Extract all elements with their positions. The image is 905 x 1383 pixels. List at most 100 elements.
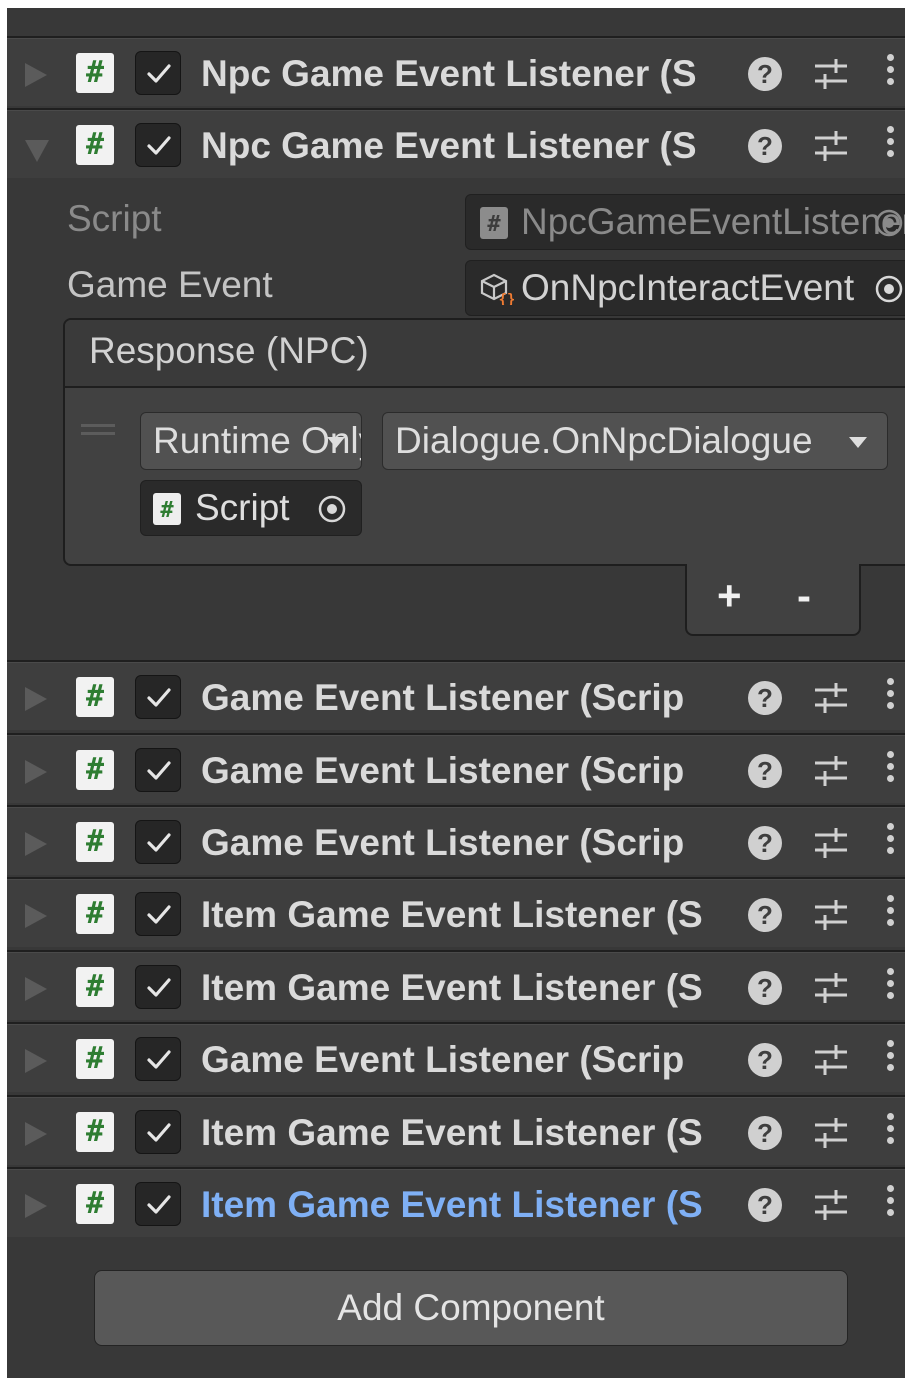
vertical-ellipsis-icon[interactable] <box>887 751 894 787</box>
inspector-panel: Script # NpcGameEventListener Game Event… <box>7 8 905 1378</box>
script-component-icon: # <box>76 894 114 934</box>
foldout-arrow-icon[interactable] <box>25 760 47 784</box>
component-title: Item Game Event Listener (S <box>201 1184 703 1225</box>
enable-checkbox[interactable] <box>135 675 181 719</box>
help-icon[interactable]: ? <box>748 1116 782 1150</box>
presets-sliders-icon[interactable] <box>811 57 851 91</box>
help-icon[interactable]: ? <box>748 971 782 1005</box>
foldout-arrow-icon[interactable] <box>25 832 47 856</box>
svg-text:{}: {} <box>499 292 514 305</box>
foldout-arrow-icon[interactable] <box>25 687 47 711</box>
checkmark-icon <box>147 64 171 83</box>
help-icon[interactable]: ? <box>748 1188 782 1222</box>
vertical-ellipsis-icon[interactable] <box>887 1185 894 1221</box>
component-header-1[interactable]: # Npc Game Event Listener (S ? <box>7 108 905 178</box>
vertical-ellipsis-icon[interactable] <box>887 1040 894 1076</box>
function-dropdown-value: Dialogue.OnNpcDialogue <box>395 420 813 461</box>
object-picker-icon[interactable] <box>874 274 904 304</box>
unity-event-header: Response (NPC) <box>65 320 905 388</box>
scriptable-object-icon: {} <box>480 273 514 305</box>
enable-checkbox[interactable] <box>135 748 181 792</box>
target-object-field[interactable]: # Script <box>140 480 362 536</box>
vertical-ellipsis-icon[interactable] <box>887 823 894 859</box>
help-icon[interactable]: ? <box>748 681 782 715</box>
foldout-arrow-icon[interactable] <box>25 1194 47 1218</box>
remove-listener-button[interactable]: - <box>797 572 811 620</box>
foldout-arrow-icon[interactable] <box>25 1122 47 1146</box>
vertical-ellipsis-icon[interactable] <box>887 895 894 931</box>
add-component-button[interactable]: Add Component <box>94 1270 848 1346</box>
foldout-arrow-icon[interactable] <box>25 140 49 162</box>
script-component-icon: # <box>76 53 114 93</box>
chevron-down-icon <box>327 437 345 448</box>
svg-text:#: # <box>160 498 174 523</box>
presets-sliders-icon[interactable] <box>811 898 851 932</box>
script-file-icon: # <box>480 207 508 239</box>
vertical-ellipsis-icon[interactable] <box>887 1113 894 1149</box>
presets-sliders-icon[interactable] <box>811 971 851 1005</box>
foldout-arrow-icon[interactable] <box>25 1049 47 1073</box>
presets-sliders-icon[interactable] <box>811 1043 851 1077</box>
vertical-ellipsis-icon[interactable] <box>887 678 894 714</box>
unity-event-box: Response (NPC) Runtime Only Dialogue.OnN… <box>63 318 905 566</box>
enable-checkbox[interactable] <box>135 51 181 95</box>
enable-checkbox[interactable] <box>135 965 181 1009</box>
component-title: Item Game Event Listener (S <box>201 967 703 1008</box>
enable-checkbox[interactable] <box>135 892 181 936</box>
checkmark-icon <box>147 978 171 997</box>
enable-checkbox[interactable] <box>135 820 181 864</box>
object-picker-icon[interactable] <box>317 494 347 524</box>
presets-sliders-icon[interactable] <box>811 681 851 715</box>
svg-text:#: # <box>487 212 501 237</box>
foldout-arrow-icon[interactable] <box>25 904 47 928</box>
help-icon[interactable]: ? <box>748 898 782 932</box>
presets-sliders-icon[interactable] <box>811 754 851 788</box>
script-component-icon: # <box>76 1039 114 1079</box>
help-icon[interactable]: ? <box>748 1043 782 1077</box>
presets-sliders-icon[interactable] <box>811 129 851 163</box>
enable-checkbox[interactable] <box>135 123 181 167</box>
help-icon[interactable]: ? <box>748 57 782 91</box>
help-icon[interactable]: ? <box>748 826 782 860</box>
presets-sliders-icon[interactable] <box>811 1116 851 1150</box>
vertical-ellipsis-icon[interactable] <box>887 968 894 1004</box>
checkmark-icon <box>147 1123 171 1142</box>
vertical-ellipsis-icon[interactable] <box>887 126 894 162</box>
component-header-0[interactable]: # Npc Game Event Listener (S ? <box>7 36 905 106</box>
help-icon[interactable]: ? <box>748 129 782 163</box>
component-header-7[interactable]: # Game Event Listener (Scrip ? <box>7 1022 905 1092</box>
list-add-remove-footer: + - <box>685 564 861 636</box>
component-header-8[interactable]: # Item Game Event Listener (S ? <box>7 1095 905 1165</box>
foldout-arrow-icon[interactable] <box>25 63 47 87</box>
enable-checkbox[interactable] <box>135 1037 181 1081</box>
script-object-field: # NpcGameEventListener <box>465 194 905 250</box>
component-header-2[interactable]: # Game Event Listener (Scrip ? <box>7 660 905 730</box>
component-title: Game Event Listener (Scrip <box>201 822 685 863</box>
function-dropdown[interactable]: Dialogue.OnNpcDialogue <box>382 412 888 470</box>
enable-checkbox[interactable] <box>135 1110 181 1154</box>
script-component-icon: # <box>76 677 114 717</box>
vertical-ellipsis-icon[interactable] <box>887 54 894 90</box>
script-component-icon: # <box>76 967 114 1007</box>
game-event-object-field[interactable]: {} OnNpcInteractEvent <box>465 260 905 316</box>
drag-handle-icon[interactable] <box>81 424 115 440</box>
component-header-9[interactable]: # Item Game Event Listener (S ? <box>7 1167 905 1237</box>
checkmark-icon <box>147 905 171 924</box>
component-title: Npc Game Event Listener (S <box>201 53 697 94</box>
help-icon[interactable]: ? <box>748 754 782 788</box>
checkmark-icon <box>147 136 171 155</box>
component-header-3[interactable]: # Game Event Listener (Scrip ? <box>7 733 905 803</box>
foldout-arrow-icon[interactable] <box>25 977 47 1001</box>
component-header-5[interactable]: # Item Game Event Listener (S ? <box>7 877 905 947</box>
presets-sliders-icon[interactable] <box>811 826 851 860</box>
script-field-label: Script <box>67 198 162 239</box>
presets-sliders-icon[interactable] <box>811 1188 851 1222</box>
add-listener-button[interactable]: + <box>717 572 742 620</box>
component-header-4[interactable]: # Game Event Listener (Scrip ? <box>7 805 905 875</box>
runtime-dropdown[interactable]: Runtime Only <box>140 412 362 470</box>
component-header-6[interactable]: # Item Game Event Listener (S ? <box>7 950 905 1020</box>
checkmark-icon <box>147 761 171 780</box>
enable-checkbox[interactable] <box>135 1182 181 1226</box>
target-object-value: Script <box>195 487 290 528</box>
script-component-icon: # <box>76 822 114 862</box>
